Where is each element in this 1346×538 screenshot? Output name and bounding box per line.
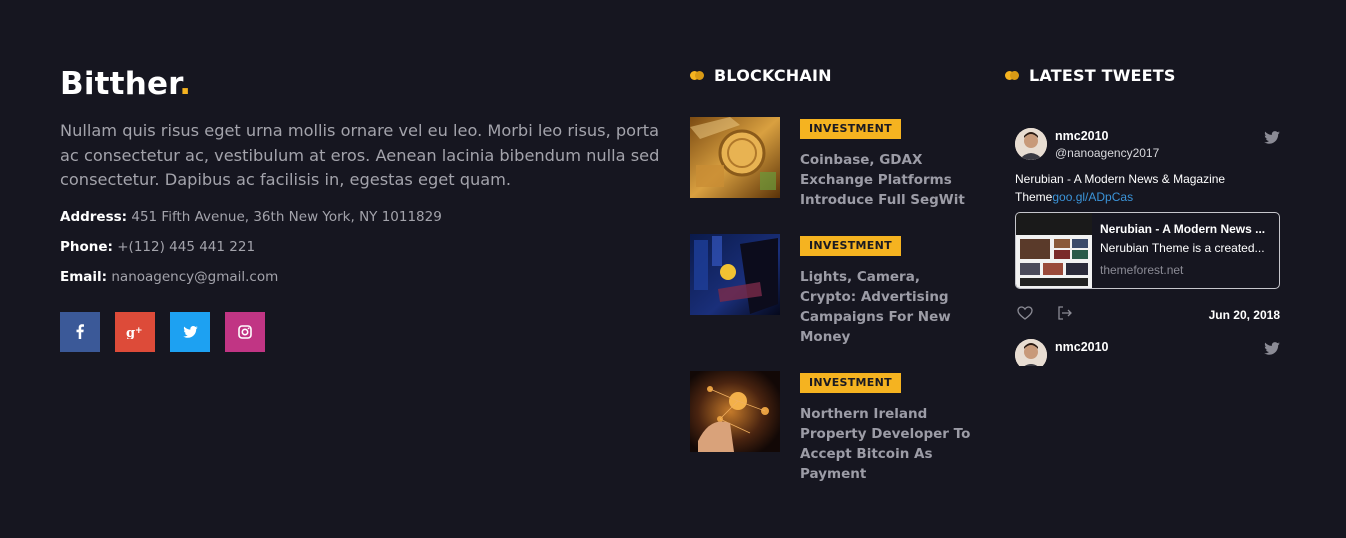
post-item: INVESTMENT Coinbase, GDAX Exchange Platf…	[690, 117, 980, 217]
twitter-icon	[182, 325, 198, 338]
blockchain-title: BLOCKCHAIN	[714, 66, 832, 85]
user-avatar-icon	[1015, 128, 1047, 160]
tweet-username[interactable]: nmc2010	[1055, 340, 1280, 354]
blockchain-heading: BLOCKCHAIN	[690, 66, 832, 85]
tweet-user: nmc2010	[1055, 337, 1280, 354]
google-plus-button[interactable]: g +	[115, 311, 155, 352]
email-value[interactable]: nanoagency@gmail.com	[111, 269, 278, 285]
post-thumbnail[interactable]	[690, 117, 780, 198]
like-icon[interactable]	[1017, 305, 1033, 324]
tweets-title: LATEST TWEETS	[1029, 66, 1176, 85]
twitter-bird-icon[interactable]	[1264, 129, 1280, 148]
phone-row: Phone: +(112) 445 441 221	[60, 232, 670, 262]
share-icon[interactable]	[1057, 305, 1073, 324]
post-item: INVESTMENT Lights, Camera, Crypto: Adver…	[690, 234, 980, 354]
site-logo[interactable]: Bitther.	[60, 62, 670, 106]
card-title: Nerubian - A Modern News ...	[1100, 222, 1266, 236]
phone-value: +(112) 445 441 221	[117, 238, 256, 255]
tweet-actions: Jun 20, 2018	[1015, 289, 1280, 329]
post-body: INVESTMENT Lights, Camera, Crypto: Adver…	[800, 234, 975, 347]
facebook-icon	[76, 324, 84, 339]
tweet-date[interactable]: Jun 20, 2018	[1209, 308, 1280, 322]
contact-info: Address: 451 Fifth Avenue, 36th New York…	[60, 202, 670, 292]
svg-text:+: +	[135, 326, 143, 336]
address-label: Address:	[60, 208, 128, 225]
tweet-link-card[interactable]: Nerubian - A Modern News ... Nerubian Th…	[1015, 212, 1280, 289]
tweet-text: Nerubian - A Modern News & Magazine Them…	[1015, 170, 1280, 206]
email-label: Email:	[60, 268, 108, 285]
category-badge[interactable]: INVESTMENT	[800, 236, 901, 256]
site-description: Nullam quis risus eget urna mollis ornar…	[60, 121, 660, 189]
logo-text[interactable]: Bitther	[60, 66, 179, 102]
post-body: INVESTMENT Coinbase, GDAX Exchange Platf…	[800, 117, 975, 210]
email-row: Email: nanoagency@gmail.com	[60, 262, 670, 292]
card-url: themeforest.net	[1100, 263, 1184, 277]
twitter-bird-icon[interactable]	[1264, 340, 1280, 359]
user-avatar-icon	[1015, 339, 1047, 366]
coins-image-icon	[690, 117, 780, 198]
svg-text:g: g	[126, 326, 135, 339]
tweet-item: nmc2010	[1005, 329, 1290, 366]
facebook-button[interactable]	[60, 311, 100, 352]
instagram-button[interactable]	[225, 311, 265, 352]
social-links: g +	[60, 311, 670, 352]
card-body: Nerubian - A Modern News ... Nerubian Th…	[1092, 213, 1273, 288]
heading-bullet-icon	[690, 71, 704, 80]
google-plus-icon: g +	[126, 326, 143, 339]
tweet-username[interactable]: nmc2010	[1055, 129, 1280, 143]
card-thumbnail	[1016, 213, 1092, 288]
post-thumbnail[interactable]	[690, 371, 780, 452]
tweet-user: nmc2010 @nanoagency2017	[1055, 126, 1280, 160]
post-title[interactable]: Lights, Camera, Crypto: Advertising Camp…	[800, 267, 975, 347]
post-item: INVESTMENT Northern Ireland Property Dev…	[690, 371, 980, 491]
avatar[interactable]	[1015, 128, 1047, 160]
card-description: Nerubian Theme is a created...	[1100, 241, 1265, 255]
address-row: Address: 451 Fifth Avenue, 36th New York…	[60, 202, 670, 232]
logo-dot: .	[179, 66, 192, 102]
bitcoin-network-image-icon	[690, 371, 780, 452]
tweets-feed[interactable]: nmc2010 @nanoagency2017 Nerubian - A Mod…	[1005, 116, 1290, 366]
category-badge[interactable]: INVESTMENT	[800, 119, 901, 139]
heading-bullet-icon	[1005, 71, 1019, 80]
about-section: Bitther. Nullam quis risus eget urna mol…	[60, 62, 670, 352]
tweet-handle[interactable]: @nanoagency2017	[1055, 146, 1280, 160]
category-badge[interactable]: INVESTMENT	[800, 373, 901, 393]
instagram-icon	[238, 324, 252, 339]
post-title[interactable]: Coinbase, GDAX Exchange Platforms Introd…	[800, 150, 975, 210]
tweets-heading: LATEST TWEETS	[1005, 66, 1176, 85]
camera-crypto-image-icon	[690, 234, 780, 315]
tweet-item: nmc2010 @nanoagency2017 Nerubian - A Mod…	[1005, 116, 1290, 329]
address-value: 451 Fifth Avenue, 36th New York, NY 1011…	[131, 208, 442, 225]
post-title[interactable]: Northern Ireland Property Developer To A…	[800, 404, 975, 484]
phone-label: Phone:	[60, 238, 113, 255]
tweet-link[interactable]: goo.gl/ADpCas	[1052, 190, 1133, 204]
website-preview-icon	[1016, 213, 1092, 288]
post-thumbnail[interactable]	[690, 234, 780, 315]
avatar[interactable]	[1015, 339, 1047, 366]
post-body: INVESTMENT Northern Ireland Property Dev…	[800, 371, 975, 484]
twitter-button[interactable]	[170, 311, 210, 352]
